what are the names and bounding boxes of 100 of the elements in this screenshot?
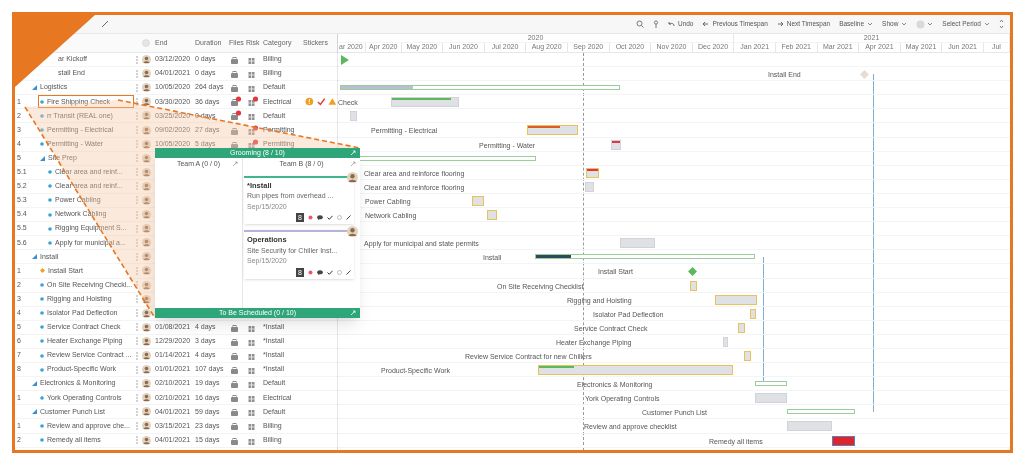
avatar-icon <box>141 139 151 149</box>
avatar-icon <box>141 167 151 177</box>
pencil-icon[interactable] <box>101 20 109 28</box>
task-dot-icon <box>48 212 52 217</box>
task-bar[interactable] <box>527 125 578 136</box>
expand-triangle-icon[interactable] <box>32 381 37 387</box>
task-dot-icon <box>40 325 44 330</box>
task-dot-icon <box>40 395 44 400</box>
task-dot-icon <box>48 240 52 245</box>
dot-icon[interactable] <box>308 215 313 221</box>
more-icon[interactable] <box>135 69 138 78</box>
more-icon[interactable] <box>135 436 138 445</box>
avatar-icon <box>141 407 151 417</box>
circle-icon[interactable] <box>337 269 342 275</box>
caret-icon <box>984 22 990 26</box>
search-icon[interactable] <box>635 20 644 28</box>
grid-alert-icon[interactable] <box>246 96 259 108</box>
avatar-icon <box>141 153 151 163</box>
expand-icon[interactable] <box>232 161 238 167</box>
task-dot-icon <box>40 99 44 104</box>
comment-icon[interactable] <box>317 269 323 275</box>
milestone-diamond-icon[interactable] <box>860 69 869 79</box>
comment-icon[interactable] <box>317 215 323 221</box>
task-dot-icon <box>48 170 52 175</box>
undo-icon <box>667 21 675 27</box>
avatar-icon <box>141 294 151 304</box>
avatar-icon <box>141 421 151 431</box>
more-icon[interactable] <box>135 407 138 416</box>
pencil-icon[interactable] <box>346 215 351 221</box>
more-icon[interactable] <box>135 379 138 388</box>
avatar-icon <box>141 351 151 360</box>
avatar-icon <box>141 224 151 234</box>
avatar-icon <box>141 111 151 121</box>
task-dot-icon <box>40 142 44 147</box>
circle-icon[interactable] <box>337 215 342 221</box>
arrow-right-icon <box>776 21 784 27</box>
task-dot-icon <box>40 297 44 302</box>
avatar-icon <box>141 266 151 276</box>
expand-triangle-icon[interactable] <box>40 155 45 161</box>
color-dropdown[interactable] <box>916 19 934 29</box>
avatar-icon <box>141 252 151 262</box>
task-dot-icon <box>40 113 44 118</box>
avatar-icon <box>141 97 151 107</box>
more-icon[interactable] <box>135 337 138 346</box>
more-icon[interactable] <box>135 351 138 360</box>
check-icon[interactable] <box>327 215 333 221</box>
task-dot-icon <box>40 424 44 428</box>
expand-triangle-icon[interactable] <box>32 409 37 415</box>
more-icon[interactable] <box>135 83 138 92</box>
more-icon[interactable] <box>135 97 138 106</box>
scroll-arrows-icon[interactable] <box>999 18 1004 30</box>
task-bar[interactable] <box>832 435 855 446</box>
caret-icon <box>927 22 934 26</box>
check-icon[interactable] <box>327 269 333 275</box>
avatar-icon <box>347 172 358 183</box>
more-icon[interactable] <box>135 295 138 304</box>
grid-alert-icon[interactable] <box>246 124 259 136</box>
more-icon[interactable] <box>135 281 138 290</box>
more-icon[interactable] <box>135 422 138 430</box>
expand-triangle-icon[interactable] <box>32 85 37 91</box>
milestone-diamond-icon <box>40 268 45 274</box>
expand-icon[interactable] <box>350 161 356 167</box>
task-dot-icon <box>40 311 44 316</box>
milestone-diamond-icon[interactable] <box>688 266 697 276</box>
exclamation-icon <box>305 97 314 107</box>
task-dot-icon <box>40 339 44 344</box>
warning-icon <box>328 97 337 107</box>
avatar-icon <box>347 226 358 238</box>
color-swatch-icon <box>916 19 926 29</box>
avatar-icon <box>141 435 151 445</box>
more-icon[interactable] <box>135 309 138 318</box>
expand-triangle-icon[interactable] <box>32 254 37 260</box>
avatar-icon <box>141 308 151 318</box>
arrow-left-icon <box>702 21 710 27</box>
task-dot-icon <box>40 438 44 443</box>
more-icon[interactable] <box>135 323 138 332</box>
summary-bar[interactable] <box>535 254 755 260</box>
task-dot-icon <box>48 226 52 231</box>
pin-icon[interactable] <box>652 20 659 28</box>
caret-icon <box>867 22 874 26</box>
avatar-icon <box>141 336 151 346</box>
caret-icon <box>901 22 908 26</box>
task-dot-icon <box>40 283 44 288</box>
check-icon <box>316 97 326 107</box>
task-dot-icon <box>48 198 52 203</box>
task-dot-icon <box>40 128 44 132</box>
more-icon[interactable] <box>135 393 138 402</box>
avatar-icon <box>141 379 151 389</box>
more-icon[interactable] <box>135 55 138 64</box>
dot-icon[interactable] <box>308 269 313 275</box>
briefcase-alert-icon[interactable] <box>229 110 242 122</box>
milestone-flag-icon[interactable] <box>341 55 349 65</box>
avatar-icon <box>141 365 151 375</box>
avatar-icon <box>141 83 151 93</box>
more-icon[interactable] <box>135 365 138 374</box>
pencil-icon[interactable] <box>346 269 351 275</box>
avatar-icon <box>141 393 151 403</box>
task-bar[interactable] <box>538 365 733 376</box>
task-bar[interactable] <box>586 167 599 178</box>
briefcase-alert-icon[interactable] <box>229 96 242 108</box>
